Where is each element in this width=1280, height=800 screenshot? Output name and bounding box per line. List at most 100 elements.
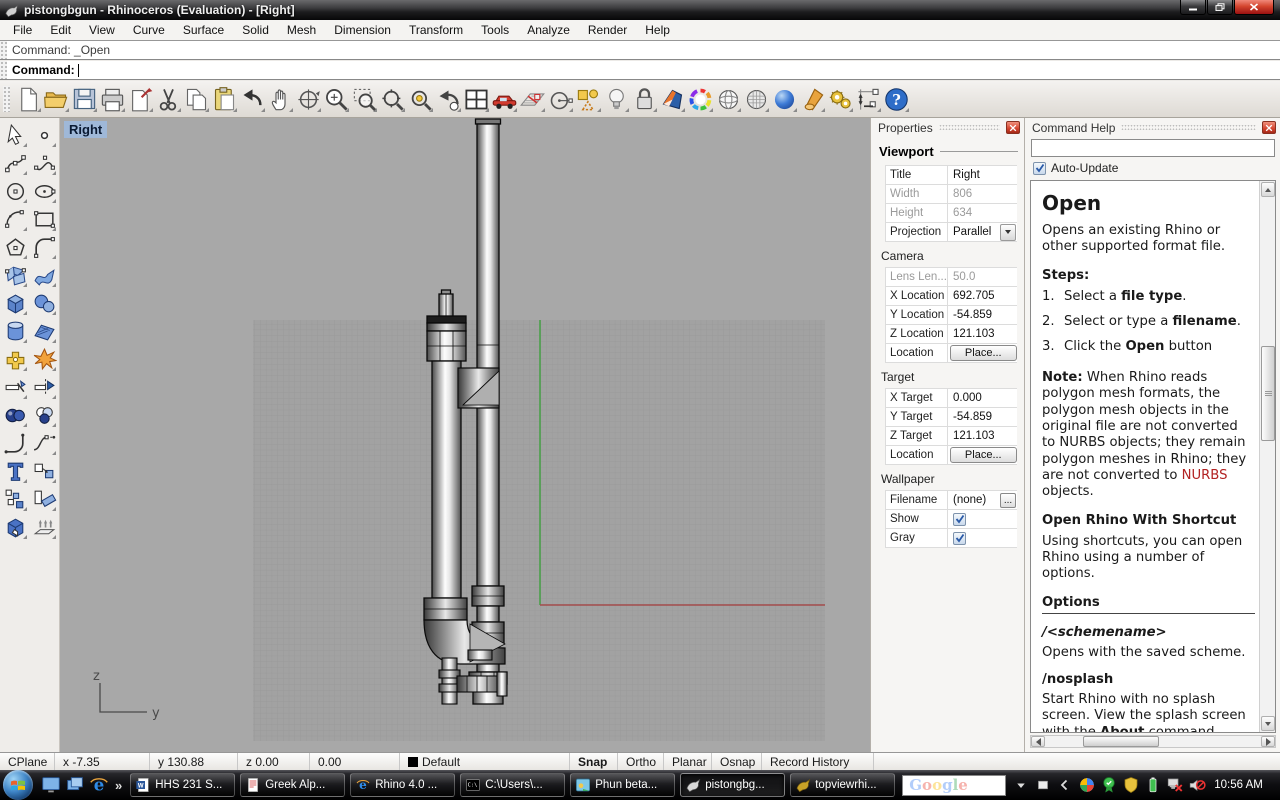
- fillet-curves-icon[interactable]: [3, 431, 28, 456]
- menu-solid[interactable]: Solid: [233, 21, 278, 39]
- projection-dropdown-icon[interactable]: [1000, 224, 1016, 241]
- export-icon[interactable]: [127, 86, 154, 113]
- property-value[interactable]: 121.103: [948, 328, 1017, 340]
- array-icon[interactable]: [32, 515, 57, 540]
- help-vertical-scrollbar[interactable]: [1259, 181, 1275, 732]
- taskbar-task-pistongbg[interactable]: pistongbg...: [680, 773, 785, 797]
- command-input[interactable]: Command:: [0, 61, 1280, 80]
- control-point-curve-icon[interactable]: [3, 151, 28, 176]
- menu-render[interactable]: Render: [579, 21, 636, 39]
- zoom-extents-icon[interactable]: [379, 86, 406, 113]
- boolean-2d-icon[interactable]: [32, 403, 57, 428]
- property-value[interactable]: 121.103: [948, 430, 1017, 442]
- trim-icon[interactable]: [3, 375, 28, 400]
- drag-grip[interactable]: [0, 61, 7, 79]
- rotate-view-icon[interactable]: [295, 86, 322, 113]
- undo-view-icon[interactable]: [435, 86, 462, 113]
- location-place-button[interactable]: Place...: [950, 447, 1017, 463]
- property-value[interactable]: 692.705: [948, 290, 1017, 302]
- print-icon[interactable]: [99, 86, 126, 113]
- layer-pane[interactable]: Default: [400, 753, 570, 770]
- taskbar-task-greek-alp[interactable]: Greek Alp...: [240, 773, 345, 797]
- sphere-icon[interactable]: [32, 291, 57, 316]
- blend-curves-icon[interactable]: [32, 431, 57, 456]
- red-car-icon[interactable]: [491, 86, 518, 113]
- rotate-icon[interactable]: [32, 487, 57, 512]
- scroll-left-icon[interactable]: [1031, 736, 1045, 747]
- property-value[interactable]: -54.859: [948, 309, 1017, 321]
- new-file-icon[interactable]: [15, 86, 42, 113]
- puzzle-icon[interactable]: [3, 347, 28, 372]
- help-close-icon[interactable]: [1262, 121, 1276, 134]
- help-search-input[interactable]: [1031, 139, 1275, 157]
- surface-sweep-icon[interactable]: [32, 319, 57, 344]
- four-viewports-icon[interactable]: [463, 86, 490, 113]
- dropdown-arrow-icon[interactable]: [1012, 776, 1030, 794]
- zoom-selected-icon[interactable]: [407, 86, 434, 113]
- lock-icon[interactable]: [631, 86, 658, 113]
- menu-help[interactable]: Help: [636, 21, 679, 39]
- options-gears-icon[interactable]: [827, 86, 854, 113]
- taskbar-task-hhs-231-s[interactable]: WHHS 231 S...: [130, 773, 235, 797]
- arc-icon[interactable]: [3, 207, 28, 232]
- internet-explorer-icon[interactable]: e: [88, 774, 110, 796]
- color-wheel-icon[interactable]: [687, 86, 714, 113]
- circle-diameter-icon[interactable]: [547, 86, 574, 113]
- scrollbar-thumb[interactable]: [1083, 736, 1159, 747]
- menu-edit[interactable]: Edit: [41, 21, 80, 39]
- split-icon[interactable]: [32, 375, 57, 400]
- surface-curved-icon[interactable]: [32, 263, 57, 288]
- selection-filter-icon[interactable]: [575, 86, 602, 113]
- location-place-button[interactable]: Place...: [950, 345, 1017, 361]
- menu-curve[interactable]: Curve: [124, 21, 174, 39]
- text-icon[interactable]: [3, 459, 28, 484]
- property-value[interactable]: 0.000: [948, 392, 1017, 404]
- scroll-right-icon[interactable]: [1261, 736, 1275, 747]
- property-value[interactable]: Parallel: [948, 226, 1000, 238]
- taskbar-task-rhino-4-0[interactable]: eRhino 4.0 ...: [350, 773, 455, 797]
- lamp-icon[interactable]: [603, 86, 630, 113]
- ghosted-view-icon[interactable]: [743, 86, 770, 113]
- menu-transform[interactable]: Transform: [400, 21, 472, 39]
- menu-surface[interactable]: Surface: [174, 21, 233, 39]
- auto-update-checkbox[interactable]: [1033, 162, 1046, 175]
- menu-tools[interactable]: Tools: [472, 21, 518, 39]
- command-history[interactable]: Command: _Open: [0, 41, 1280, 60]
- drag-grip[interactable]: [3, 86, 10, 112]
- gray-checkbox[interactable]: [953, 532, 966, 545]
- viewport-title-label[interactable]: Right: [64, 121, 107, 138]
- rectangle-icon[interactable]: [32, 207, 57, 232]
- close-button[interactable]: [1234, 0, 1274, 15]
- volume-muted-icon[interactable]: [1188, 776, 1206, 794]
- security-shield-icon[interactable]: [1122, 776, 1140, 794]
- cut-icon[interactable]: [155, 86, 182, 113]
- scroll-up-icon[interactable]: [1261, 182, 1275, 197]
- cylinder-icon[interactable]: [3, 319, 28, 344]
- circle-icon[interactable]: [3, 179, 28, 204]
- scrollbar-thumb[interactable]: [1261, 346, 1275, 441]
- blocks-icon[interactable]: [3, 487, 28, 512]
- quick-launch-overflow-chevron[interactable]: »: [115, 778, 122, 793]
- snap-toggle[interactable]: Snap: [570, 753, 618, 770]
- property-value[interactable]: (none): [948, 494, 1000, 506]
- nurbs-link[interactable]: NURBS: [1182, 468, 1228, 483]
- menu-file[interactable]: File: [4, 21, 41, 39]
- drag-grip[interactable]: [0, 41, 7, 59]
- filename-browse-button[interactable]: ...: [1000, 493, 1016, 508]
- zoom-dynamic-icon[interactable]: [323, 86, 350, 113]
- ellipse-icon[interactable]: [32, 179, 57, 204]
- menu-dimension[interactable]: Dimension: [325, 21, 400, 39]
- small-window-icon[interactable]: [1034, 776, 1052, 794]
- start-button[interactable]: [3, 770, 33, 800]
- properties-close-icon[interactable]: [1006, 121, 1020, 134]
- battery-icon[interactable]: [1144, 776, 1162, 794]
- osnap-toggle[interactable]: Osnap: [712, 753, 762, 770]
- rendered-view-icon[interactable]: [771, 86, 798, 113]
- property-value[interactable]: -54.859: [948, 411, 1017, 423]
- menu-view[interactable]: View: [80, 21, 124, 39]
- menu-analyze[interactable]: Analyze: [518, 21, 579, 39]
- undo-icon[interactable]: [239, 86, 266, 113]
- help-horizontal-scrollbar[interactable]: [1030, 735, 1276, 748]
- help-icon[interactable]: ?: [883, 86, 910, 113]
- open-file-icon[interactable]: [43, 86, 70, 113]
